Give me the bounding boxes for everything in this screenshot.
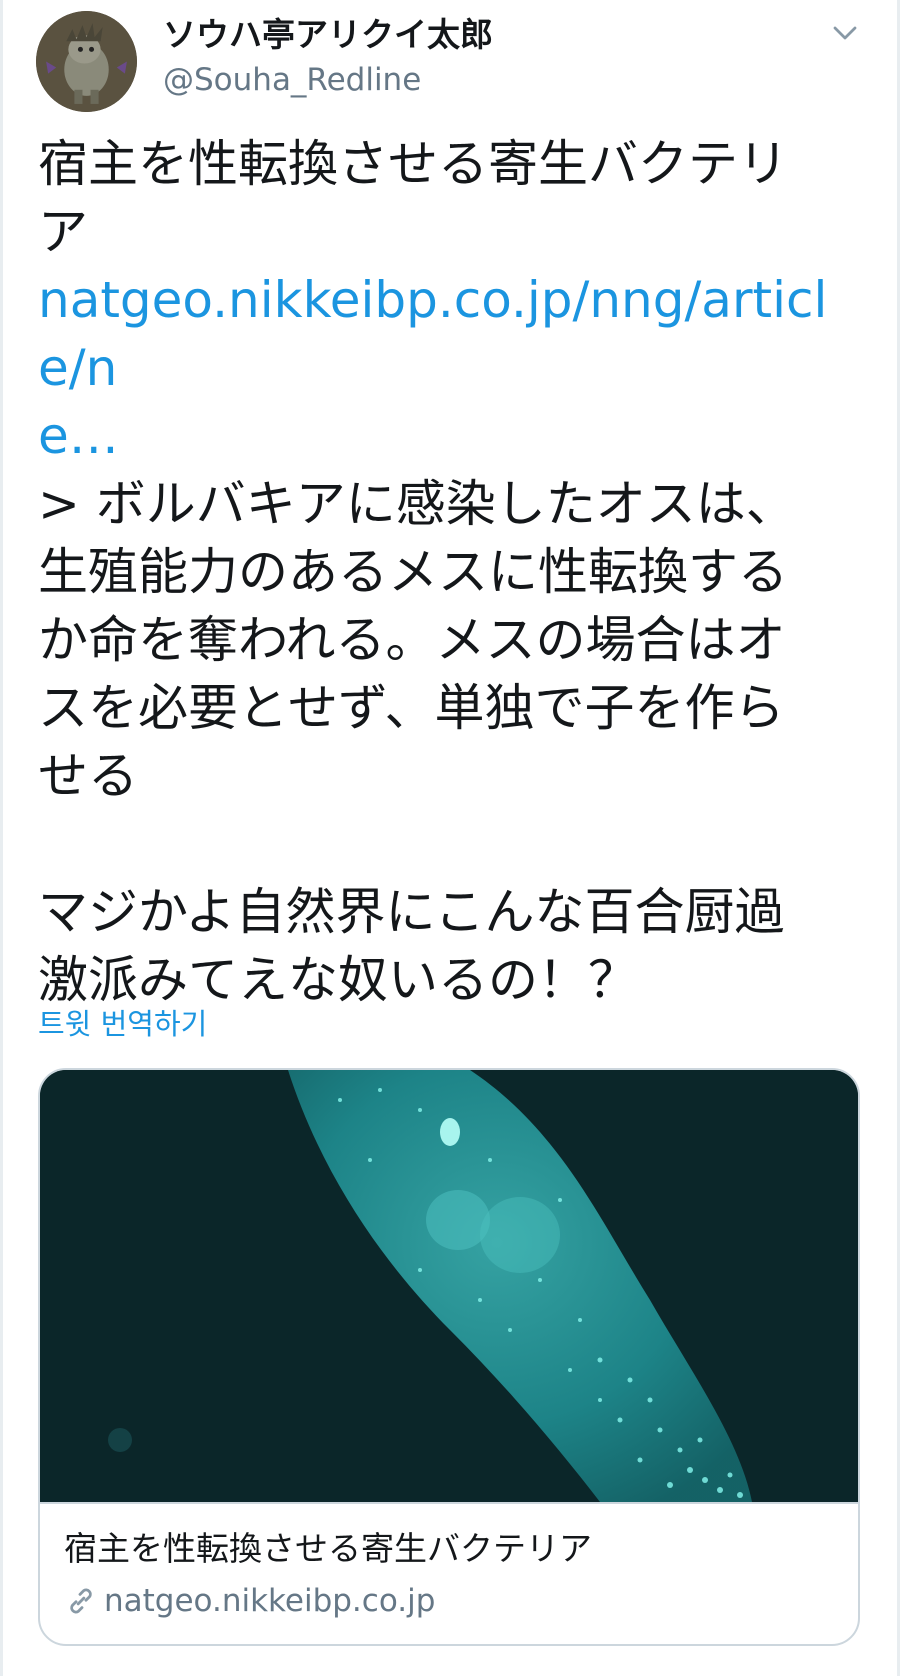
tweet-text-line: スを必要とせず、単独で子を作ら: [38, 679, 785, 737]
card-divider: [40, 1502, 858, 1504]
avatar[interactable]: [36, 11, 137, 112]
card-domain-text: natgeo.nikkeibp.co.jp: [104, 1583, 436, 1619]
tweet-text: 宿主を性転換させる寄生バクテリ ア natgeo.nikkeibp.co.jp/…: [38, 130, 868, 1014]
tweet: ソウハ亭アリクイ太郎 @Souha_Redline 宿主を性転換させる寄生バクテ…: [0, 0, 900, 1676]
avatar-image: [36, 11, 137, 112]
card-domain[interactable]: natgeo.nikkeibp.co.jp: [64, 1580, 435, 1622]
translate-tweet-link[interactable]: 트윗 번역하기: [38, 1004, 207, 1044]
tweet-text-line: ア: [38, 203, 88, 261]
tweet-text-line: せる: [38, 747, 138, 805]
tweet-text-line: > ボルバキアに感染したオスは、: [38, 475, 796, 533]
card-image: [40, 1070, 858, 1502]
link-icon: [64, 1584, 98, 1618]
tweet-text-line: か命を奪われる。メスの場合はオ: [38, 611, 786, 669]
microscope-image: [40, 1070, 858, 1502]
card-title[interactable]: 宿主を性転換させる寄生バクテリア: [64, 1526, 592, 1572]
link-preview-card[interactable]: 宿主を性転換させる寄生バクテリア natgeo.nikkeibp.co.jp: [38, 1068, 860, 1646]
article-link[interactable]: natgeo.nikkeibp.co.jp/nng/article/n: [38, 266, 868, 402]
page-edge: [0, 0, 3, 1676]
tweet-text-line: 生殖能力のあるメスに性転換する: [38, 543, 788, 601]
display-name[interactable]: ソウハ亭アリクイ太郎: [163, 14, 493, 56]
tweet-text-line: 宿主を性転換させる寄生バクテリ: [38, 135, 788, 193]
tweet-text-line: マジかよ自然界にこんな百合厨過: [38, 883, 785, 941]
user-handle[interactable]: @Souha_Redline: [163, 60, 421, 100]
chevron-down-icon: [833, 26, 857, 40]
article-link-continued[interactable]: e…: [38, 402, 868, 470]
tweet-menu-button[interactable]: [826, 14, 864, 52]
